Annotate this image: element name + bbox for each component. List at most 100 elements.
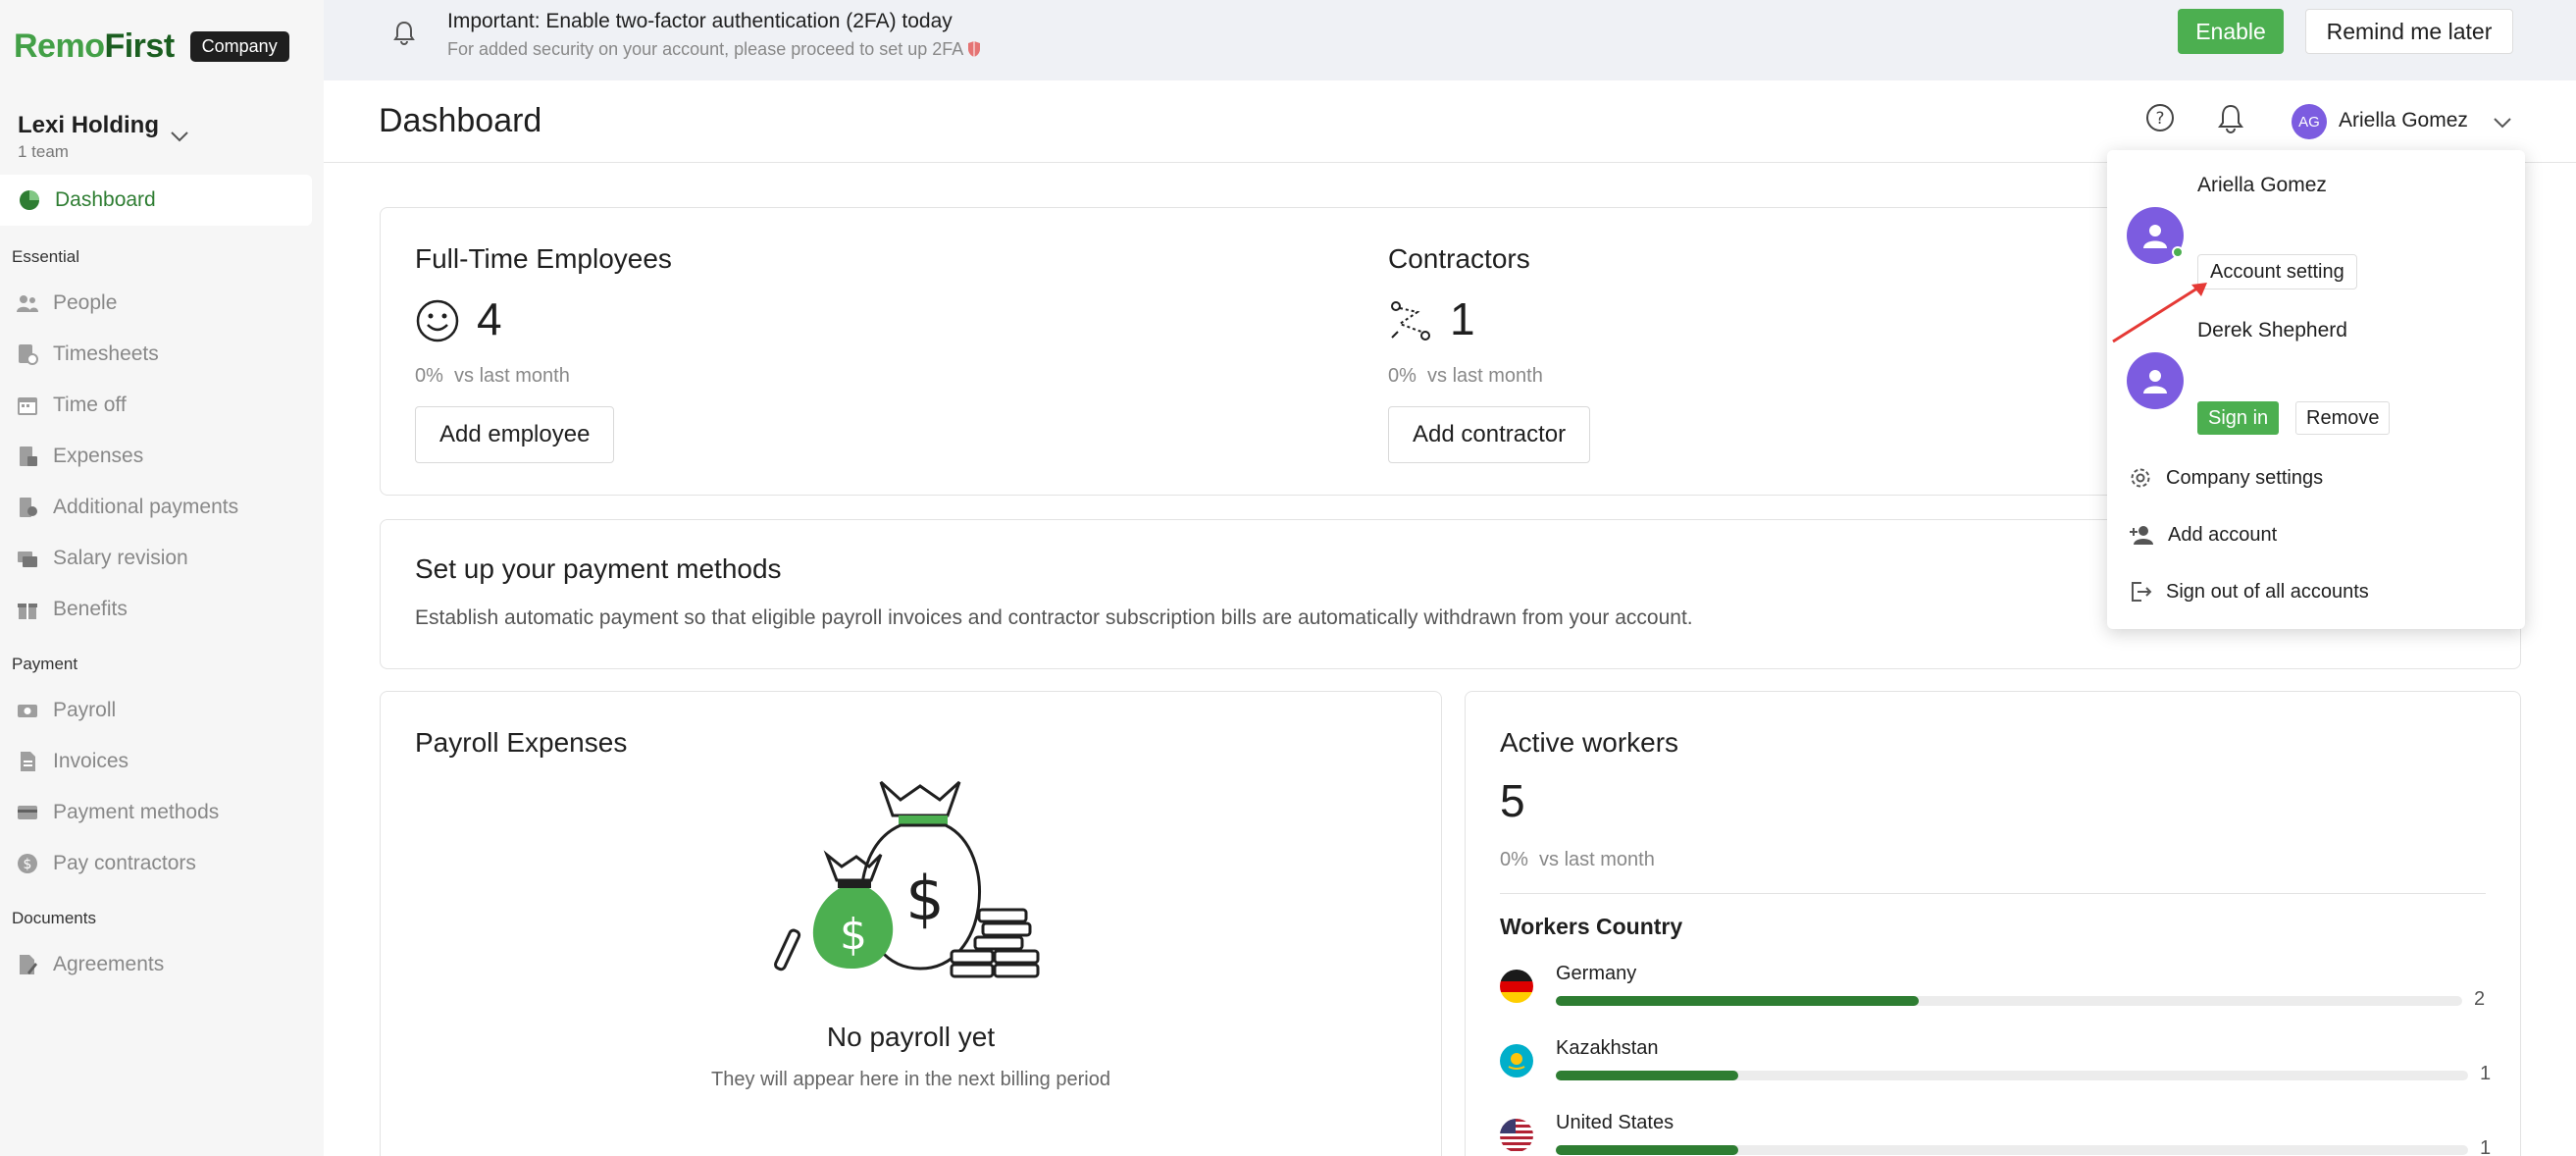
sidebar-item-label: Payroll [53, 699, 117, 721]
account-dropdown-menu: Ariella Gomez Account setting Derek Shep… [2107, 150, 2525, 629]
invoice-icon [21, 752, 35, 771]
contractors-change-value: 0% [1388, 365, 1417, 387]
fte-count: 4 [477, 293, 502, 344]
section-documents: Documents [12, 909, 96, 927]
company-name: Lexi Holding [18, 112, 159, 138]
remind-me-later-button[interactable]: Remind me later [2305, 9, 2513, 54]
online-status-dot [2172, 246, 2184, 258]
fte-title: Full-Time Employees [415, 243, 672, 274]
account-setting-button[interactable]: Account setting [2197, 254, 2357, 289]
avatar [2127, 352, 2184, 409]
workers-country-title: Workers Country [1500, 914, 1683, 939]
logo-part-remo: Remo [14, 27, 105, 65]
company-badge: Company [189, 31, 289, 62]
sidebar-item-agreements[interactable]: Agreements [0, 943, 312, 986]
menu-item-label: Sign out of all accounts [2166, 580, 2369, 603]
sidebar-item-people[interactable]: People [0, 282, 312, 325]
sign-out-all-item[interactable]: Sign out of all accounts [2107, 566, 2525, 617]
company-settings-item[interactable]: Company settings [2107, 452, 2525, 503]
sidebar-item-payment-methods[interactable]: Payment methods [0, 791, 312, 834]
payment-methods-description: Establish automatic payment so that elig… [415, 606, 1693, 629]
contractors-count: 1 [1450, 293, 1475, 344]
person-icon [2143, 370, 2167, 394]
agreement-icon [20, 955, 37, 974]
card-icon [18, 806, 37, 819]
payroll-icon [18, 705, 37, 717]
notifications-bell-icon[interactable] [2215, 102, 2246, 133]
bell-icon [393, 21, 415, 45]
company-switcher[interactable]: Lexi Holding 1 team [18, 112, 159, 162]
shield-icon [968, 41, 981, 57]
divider [1500, 893, 2486, 894]
logo-part-first: First [104, 27, 175, 65]
active-workers-count: 5 [1500, 775, 1525, 826]
add-contractor-button[interactable]: Add contractor [1388, 406, 1591, 463]
contractors-change: 0% vs last month [1388, 365, 1543, 388]
help-icon[interactable]: ? [2144, 102, 2176, 133]
sidebar-item-label: Additional payments [53, 496, 239, 518]
page-title: Dashboard [379, 102, 542, 139]
additional-payments-icon [20, 498, 37, 517]
add-account-item[interactable]: Add account [2107, 509, 2525, 560]
banner-subtitle-text: For added security on your account, plea… [447, 39, 963, 59]
sidebar-item-expenses[interactable]: Expenses [0, 435, 312, 478]
sign-out-icon [2132, 582, 2152, 602]
menu-item-label: Add account [2168, 523, 2278, 546]
active-workers-change-label: vs last month [1539, 849, 1655, 870]
payroll-expenses-card: Payroll Expenses $ $ No payroll yet They… [380, 691, 1442, 1156]
sidebar-item-label: Expenses [53, 445, 144, 467]
sidebar-item-dashboard[interactable]: Dashboard [0, 175, 312, 226]
kazakhstan-flag-icon [1500, 1044, 1533, 1077]
chevron-down-icon[interactable] [169, 126, 190, 147]
remofirst-logo[interactable]: RemoFirst [14, 27, 175, 66]
sidebar-item-additional-payments[interactable]: Additional payments [0, 486, 312, 529]
sidebar-item-invoices[interactable]: Invoices [0, 740, 312, 783]
sidebar-item-label: Dashboard [55, 188, 156, 211]
active-workers-card: Active workers 5 0% vs last month Worker… [1465, 691, 2521, 1156]
salary-revision-icon [18, 552, 37, 567]
payment-methods-title: Set up your payment methods [415, 553, 782, 584]
enable-2fa-button[interactable]: Enable [2178, 9, 2284, 54]
company-team-count: 1 team [18, 142, 69, 161]
timesheet-icon [19, 344, 38, 365]
contractors-change-label: vs last month [1427, 365, 1543, 387]
sidebar-item-payroll[interactable]: Payroll [0, 689, 312, 732]
sidebar-item-benefits[interactable]: Benefits [0, 588, 312, 631]
active-workers-change-value: 0% [1500, 849, 1528, 870]
add-person-icon [2130, 526, 2153, 545]
country-count: 1 [2480, 1137, 2492, 1156]
fte-change-label: vs last month [454, 365, 570, 387]
sidebar-item-label: Timesheets [53, 342, 159, 365]
empty-state-subtitle: They will appear here in the next billin… [711, 1069, 1110, 1090]
avatar[interactable]: AG [2292, 104, 2327, 139]
add-employee-button[interactable]: Add employee [415, 406, 615, 463]
contractors-title: Contractors [1388, 243, 1530, 274]
germany-flag-icon [1500, 970, 1533, 1003]
user-menu-name[interactable]: Ariella Gomez [2339, 109, 2468, 132]
sidebar-item-time-off[interactable]: Time off [0, 384, 312, 427]
banner-title: Important: Enable two-factor authenticat… [447, 10, 953, 32]
country-name: Germany [1556, 963, 1637, 984]
country-bar-fill [1556, 1071, 1738, 1080]
brand: RemoFirst Company [14, 27, 289, 66]
sidebar-item-pay-contractors[interactable]: $ Pay contractors [0, 842, 312, 885]
smiley-icon [416, 299, 459, 342]
payroll-expenses-title: Payroll Expenses [415, 727, 628, 758]
sign-in-button[interactable]: Sign in [2197, 401, 2280, 435]
remove-account-button[interactable]: Remove [2295, 401, 2391, 435]
account-name: Derek Shepherd [2197, 319, 2347, 342]
contractor-route-icon [1391, 301, 1430, 341]
gear-icon [2131, 468, 2150, 488]
annotation-arrow-icon [2112, 283, 2207, 343]
chevron-down-icon[interactable] [2492, 112, 2513, 133]
svg-text:$: $ [840, 910, 867, 960]
country-bar-track [1556, 1145, 2468, 1155]
banner-subtitle: For added security on your account, plea… [447, 39, 981, 60]
section-essential: Essential [12, 247, 79, 266]
people-icon [17, 295, 38, 312]
sidebar-item-label: Payment methods [53, 801, 220, 823]
svg-text:?: ? [2155, 109, 2164, 129]
sidebar-item-timesheets[interactable]: Timesheets [0, 333, 312, 376]
sidebar-item-salary-revision[interactable]: Salary revision [0, 537, 312, 580]
country-bar-track [1556, 996, 2462, 1006]
